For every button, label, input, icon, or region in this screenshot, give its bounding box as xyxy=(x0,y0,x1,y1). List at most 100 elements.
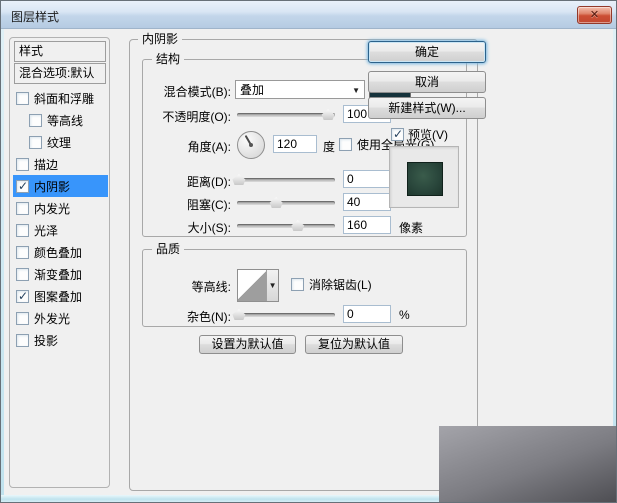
drop-shadow-checkbox[interactable] xyxy=(16,334,29,347)
sidebar-item-color-overlay[interactable]: 颜色叠加 xyxy=(13,241,108,263)
sidebar-item-texture[interactable]: 纹理 xyxy=(13,131,108,153)
sidebar-item-label: 内发光 xyxy=(34,200,70,217)
opacity-label: 不透明度(O): xyxy=(143,108,231,125)
sidebar-item-bevel-emboss[interactable]: 斜面和浮雕 xyxy=(13,87,108,109)
anti-alias-check-row: 消除锯齿(L) xyxy=(291,276,372,293)
layer-style-dialog: 图层样式 ✕ 样式 混合选项:默认 斜面和浮雕 等高线 xyxy=(0,0,617,503)
choke-slider-thumb[interactable] xyxy=(270,197,283,208)
sidebar-item-pattern-overlay[interactable]: 图案叠加 xyxy=(13,285,108,307)
distance-label: 距离(D): xyxy=(143,173,231,190)
sidebar-styles-header[interactable]: 样式 xyxy=(14,41,106,62)
sidebar-item-label: 光泽 xyxy=(34,222,58,239)
noise-slider[interactable] xyxy=(237,313,335,317)
cancel-button[interactable]: 取消 xyxy=(368,71,486,93)
size-input[interactable] xyxy=(343,216,391,234)
sidebar-item-label: 外发光 xyxy=(34,310,70,327)
texture-checkbox[interactable] xyxy=(29,136,42,149)
sidebar-item-label: 纹理 xyxy=(47,134,71,151)
sidebar-item-label: 投影 xyxy=(34,332,58,349)
contour-picker[interactable]: ▼ xyxy=(237,269,279,302)
contour-thumbnail xyxy=(238,270,266,301)
global-light-checkbox[interactable] xyxy=(339,138,352,151)
sidebar-item-inner-shadow[interactable]: 内阴影 xyxy=(13,175,108,197)
anti-alias-label: 消除锯齿(L) xyxy=(309,276,372,293)
sidebar-item-contour[interactable]: 等高线 xyxy=(13,109,108,131)
preview-checkbox[interactable] xyxy=(391,128,404,141)
opacity-slider[interactable] xyxy=(237,113,335,117)
contour-dropdown-arrow[interactable]: ▼ xyxy=(266,270,278,301)
size-unit: 像素 xyxy=(399,219,423,236)
new-style-button[interactable]: 新建样式(W)... xyxy=(368,97,486,119)
inner-shadow-checkbox[interactable] xyxy=(16,180,29,193)
stroke-checkbox[interactable] xyxy=(16,158,29,171)
style-preview-thumbnail xyxy=(407,162,443,196)
sidebar-item-gradient-overlay[interactable]: 渐变叠加 xyxy=(13,263,108,285)
distance-input[interactable] xyxy=(343,170,391,188)
inner-glow-checkbox[interactable] xyxy=(16,202,29,215)
bevel-emboss-checkbox[interactable] xyxy=(16,92,29,105)
angle-input[interactable] xyxy=(273,135,317,153)
sidebar-item-label: 渐变叠加 xyxy=(34,266,82,283)
angle-hub xyxy=(249,143,253,147)
style-preview-panel xyxy=(389,146,459,208)
close-icon: ✕ xyxy=(578,7,611,23)
noise-input[interactable] xyxy=(343,305,391,323)
sidebar-item-label: 内阴影 xyxy=(34,178,70,195)
sidebar-item-label: 颜色叠加 xyxy=(34,244,82,261)
pattern-overlay-checkbox[interactable] xyxy=(16,290,29,303)
background-gradient-region xyxy=(439,426,616,502)
size-slider[interactable] xyxy=(237,224,335,228)
window-title: 图层样式 xyxy=(11,8,59,25)
sidebar-item-satin[interactable]: 光泽 xyxy=(13,219,108,241)
styles-list: 斜面和浮雕 等高线 纹理 描边 内阴影 xyxy=(13,87,108,351)
title-bar[interactable]: 图层样式 ✕ xyxy=(1,1,617,29)
noise-row: 杂色(N): % xyxy=(143,305,466,325)
quality-legend: 品质 xyxy=(152,242,184,256)
quality-group: 品质 等高线: ▼ 消除锯齿(L) 杂色(N): xyxy=(142,249,467,327)
noise-slider-thumb[interactable] xyxy=(232,309,245,320)
satin-checkbox[interactable] xyxy=(16,224,29,237)
styles-sidebar: 样式 混合选项:默认 斜面和浮雕 等高线 纹理 描边 xyxy=(9,37,110,488)
size-row: 大小(S): 像素 xyxy=(143,216,466,236)
blend-mode-label: 混合模式(B): xyxy=(143,83,231,100)
angle-label: 角度(A): xyxy=(143,138,231,155)
choke-slider[interactable] xyxy=(237,201,335,205)
sidebar-item-drop-shadow[interactable]: 投影 xyxy=(13,329,108,351)
reset-default-button[interactable]: 复位为默认值 xyxy=(305,335,403,354)
sidebar-item-label: 等高线 xyxy=(47,112,83,129)
angle-dial[interactable] xyxy=(237,131,265,159)
distance-slider-thumb[interactable] xyxy=(232,174,245,185)
noise-label: 杂色(N): xyxy=(143,308,231,325)
preview-check-row: 预览(V) xyxy=(391,126,448,143)
size-label: 大小(S): xyxy=(143,219,231,236)
sidebar-item-label: 描边 xyxy=(34,156,58,173)
opacity-slider-thumb[interactable] xyxy=(322,109,335,120)
close-button[interactable]: ✕ xyxy=(577,6,612,24)
ok-button[interactable]: 确定 xyxy=(368,41,486,63)
sidebar-item-inner-glow[interactable]: 内发光 xyxy=(13,197,108,219)
sidebar-item-label: 斜面和浮雕 xyxy=(34,90,94,107)
preview-label: 预览(V) xyxy=(408,126,448,143)
structure-legend: 结构 xyxy=(152,52,184,66)
choke-label: 阻塞(C): xyxy=(143,196,231,213)
chevron-down-icon: ▼ xyxy=(269,281,277,290)
sidebar-item-label: 图案叠加 xyxy=(34,288,82,305)
distance-slider[interactable] xyxy=(237,178,335,182)
anti-alias-checkbox[interactable] xyxy=(291,278,304,291)
color-overlay-checkbox[interactable] xyxy=(16,246,29,259)
outer-glow-checkbox[interactable] xyxy=(16,312,29,325)
blend-mode-value: 叠加 xyxy=(240,81,264,98)
sidebar-item-blending-options[interactable]: 混合选项:默认 xyxy=(14,63,106,84)
chevron-down-icon: ▼ xyxy=(352,86,360,95)
sidebar-item-stroke[interactable]: 描边 xyxy=(13,153,108,175)
noise-unit: % xyxy=(399,308,410,322)
size-slider-thumb[interactable] xyxy=(291,220,304,231)
blend-mode-dropdown[interactable]: 叠加 ▼ xyxy=(235,80,365,99)
sidebar-item-outer-glow[interactable]: 外发光 xyxy=(13,307,108,329)
choke-input[interactable] xyxy=(343,193,391,211)
contour-checkbox[interactable] xyxy=(29,114,42,127)
gradient-overlay-checkbox[interactable] xyxy=(16,268,29,281)
panel-title: 内阴影 xyxy=(138,32,182,46)
make-default-button[interactable]: 设置为默认值 xyxy=(199,335,296,354)
contour-label: 等高线: xyxy=(143,278,231,295)
